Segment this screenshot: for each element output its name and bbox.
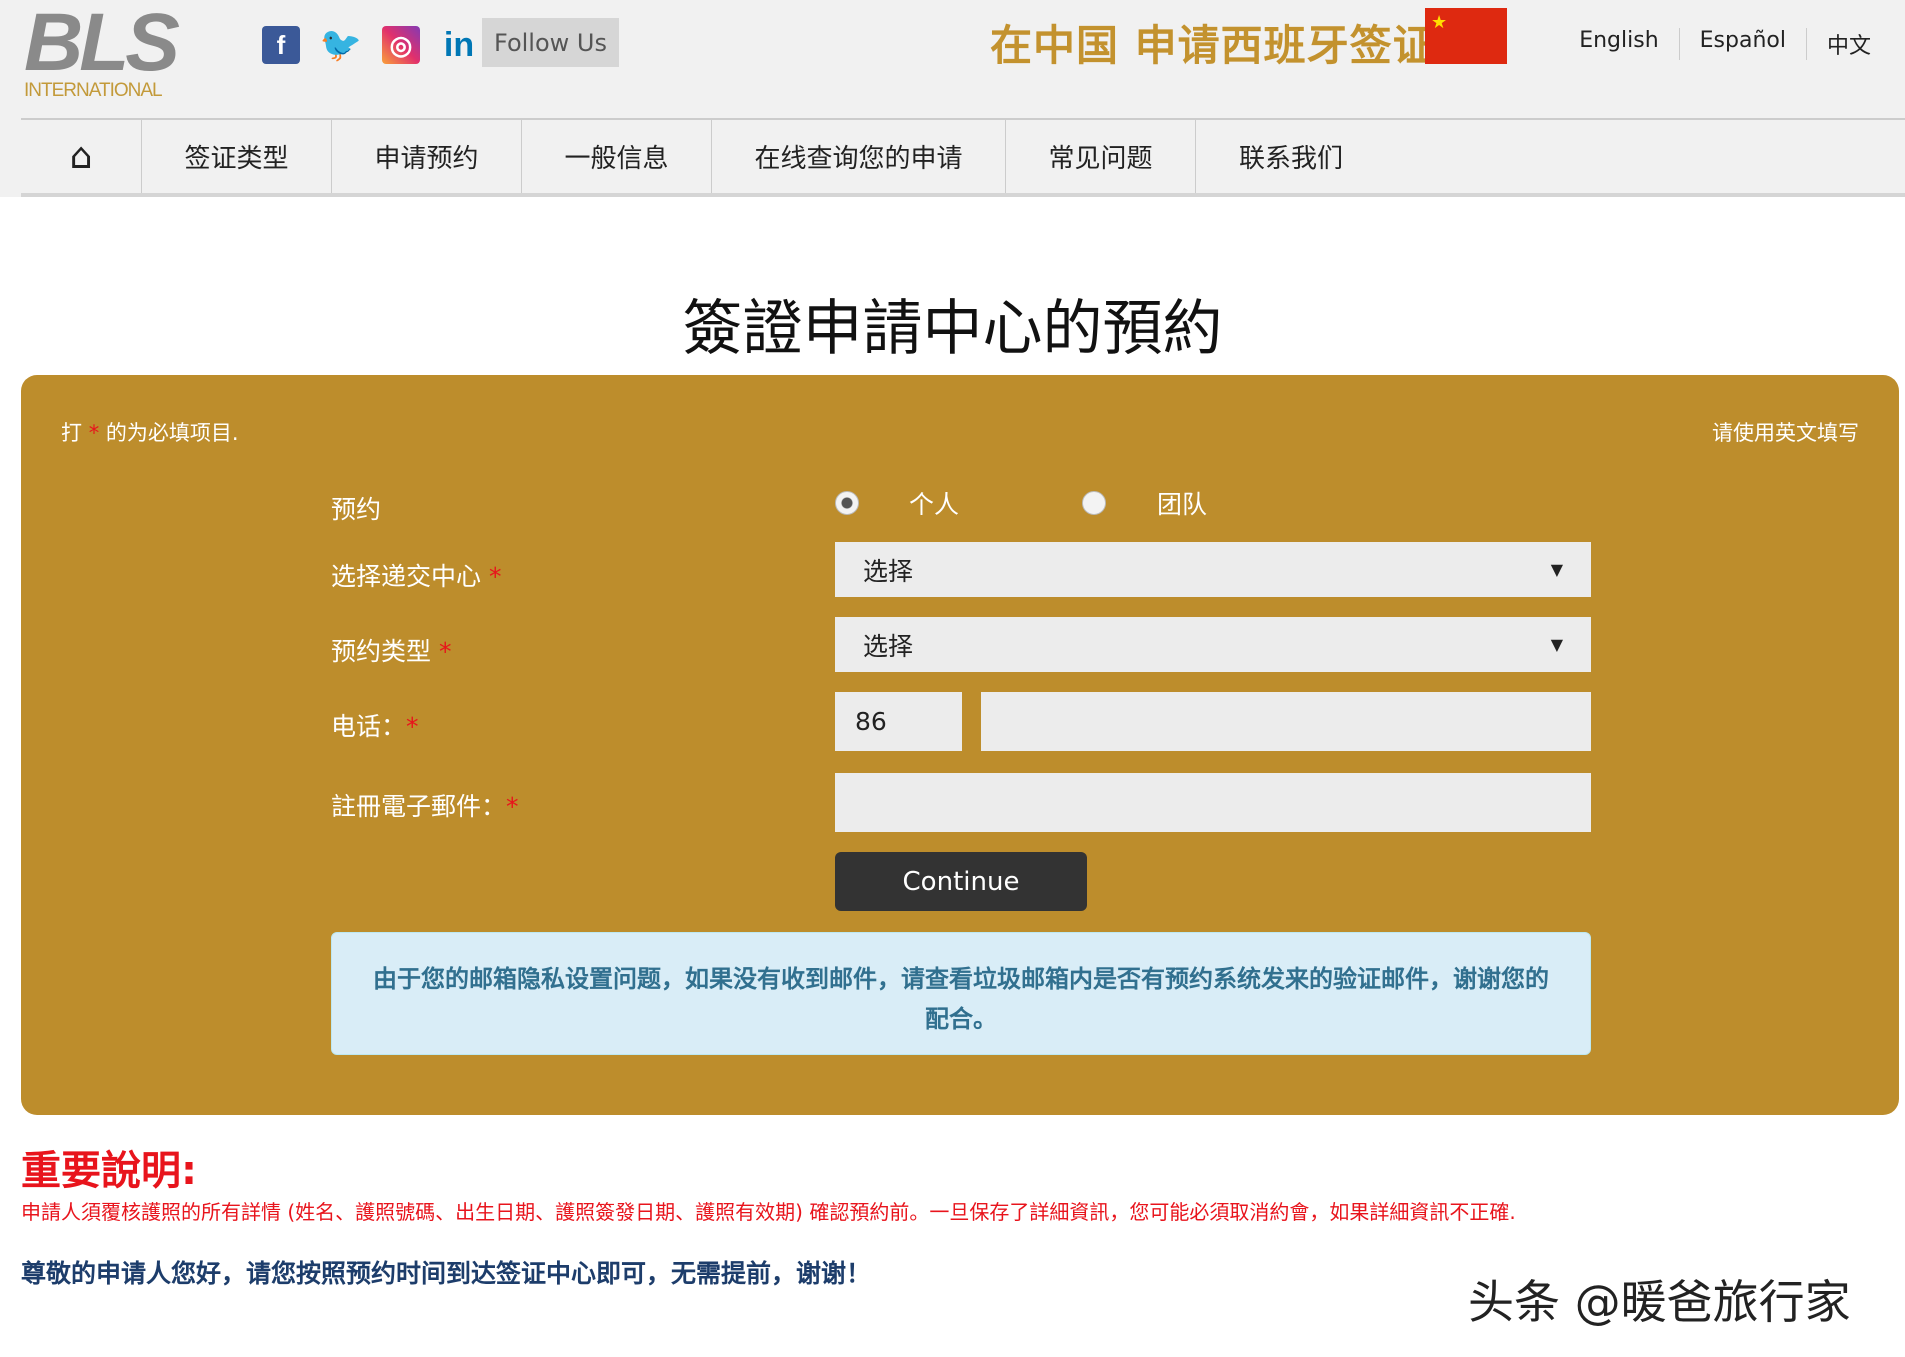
nav-general-info[interactable]: 一般信息 [522,120,712,193]
dropdown-arrow-icon: ▼ [1551,635,1563,654]
linkedin-icon[interactable]: in [440,26,478,64]
radio-individual[interactable] [835,491,859,515]
nav-track-application[interactable]: 在线查询您的申请 [712,120,1006,193]
watermark: 头条 @暖爸旅行家 [1468,1266,1851,1332]
language-switcher: English Español 中文 [1559,28,1891,60]
email-input[interactable] [835,773,1591,832]
required-note: 打 * 的为必填项目. [61,417,239,447]
phone-label: 电话：* [331,707,419,743]
site-header: BLS INTERNATIONAL f 🐦 ◎ in Follow Us 在中国… [0,0,1905,197]
english-note: 请使用英文填写 [1712,417,1859,447]
greeting-text: 尊敬的申请人您好，请您按照预约时间到达签证中心即可，无需提前，谢谢！ [21,1254,871,1290]
page-title: 簽證申請中心的預約 [0,280,1905,367]
bls-logo[interactable]: BLS INTERNATIONAL [24,4,194,100]
nav-appointment[interactable]: 申请预约 [332,120,522,193]
main-nav: ⌂ 签证类型 申请预约 一般信息 在线查询您的申请 常见问题 联系我们 [21,120,1905,197]
notice-text: 申請人須覆核護照的所有詳情 (姓名、護照號碼、出生日期、護照簽發日期、護照有效期… [21,1196,1516,1225]
lang-chinese[interactable]: 中文 [1806,28,1891,60]
home-icon[interactable]: ⌂ [21,120,142,193]
lang-english[interactable]: English [1559,28,1678,60]
appointment-label: 预约 [331,490,381,526]
instagram-icon[interactable]: ◎ [382,26,420,64]
dropdown-arrow-icon: ▼ [1551,560,1563,579]
center-label: 选择递交中心 * [331,557,501,593]
radio-individual-label[interactable]: 个人 [909,485,959,521]
notice-heading: 重要說明: [21,1138,197,1196]
slogan: 在中国 申请西班牙签证 [990,12,1436,73]
continue-button[interactable]: Continue [835,852,1087,911]
center-select[interactable]: 选择▼ [835,542,1591,597]
radio-group-label[interactable]: 团队 [1157,485,1207,521]
nav-faq[interactable]: 常见问题 [1006,120,1196,193]
phone-number-input[interactable] [981,692,1591,751]
nav-visa-types[interactable]: 签证类型 [142,120,332,193]
phone-code-input[interactable]: 86 [835,692,962,751]
appointment-form: 打 * 的为必填项目. 请使用英文填写 预约 个人 团队 选择递交中心 * 选择… [21,375,1899,1115]
lang-spanish[interactable]: Español [1679,28,1806,60]
follow-us-label: Follow Us [482,18,619,67]
nav-contact[interactable]: 联系我们 [1196,120,1386,193]
twitter-icon[interactable]: 🐦 [322,26,360,64]
radio-group[interactable] [1082,491,1106,515]
email-label: 註冊電子郵件：* [331,787,519,823]
facebook-icon[interactable]: f [262,26,300,64]
china-flag-icon[interactable]: ★ [1425,8,1507,64]
info-alert: 由于您的邮箱隐私设置问题，如果没有收到邮件，请查看垃圾邮箱内是否有预约系统发来的… [331,932,1591,1055]
type-label: 预约类型 * [331,632,451,668]
type-select[interactable]: 选择▼ [835,617,1591,672]
